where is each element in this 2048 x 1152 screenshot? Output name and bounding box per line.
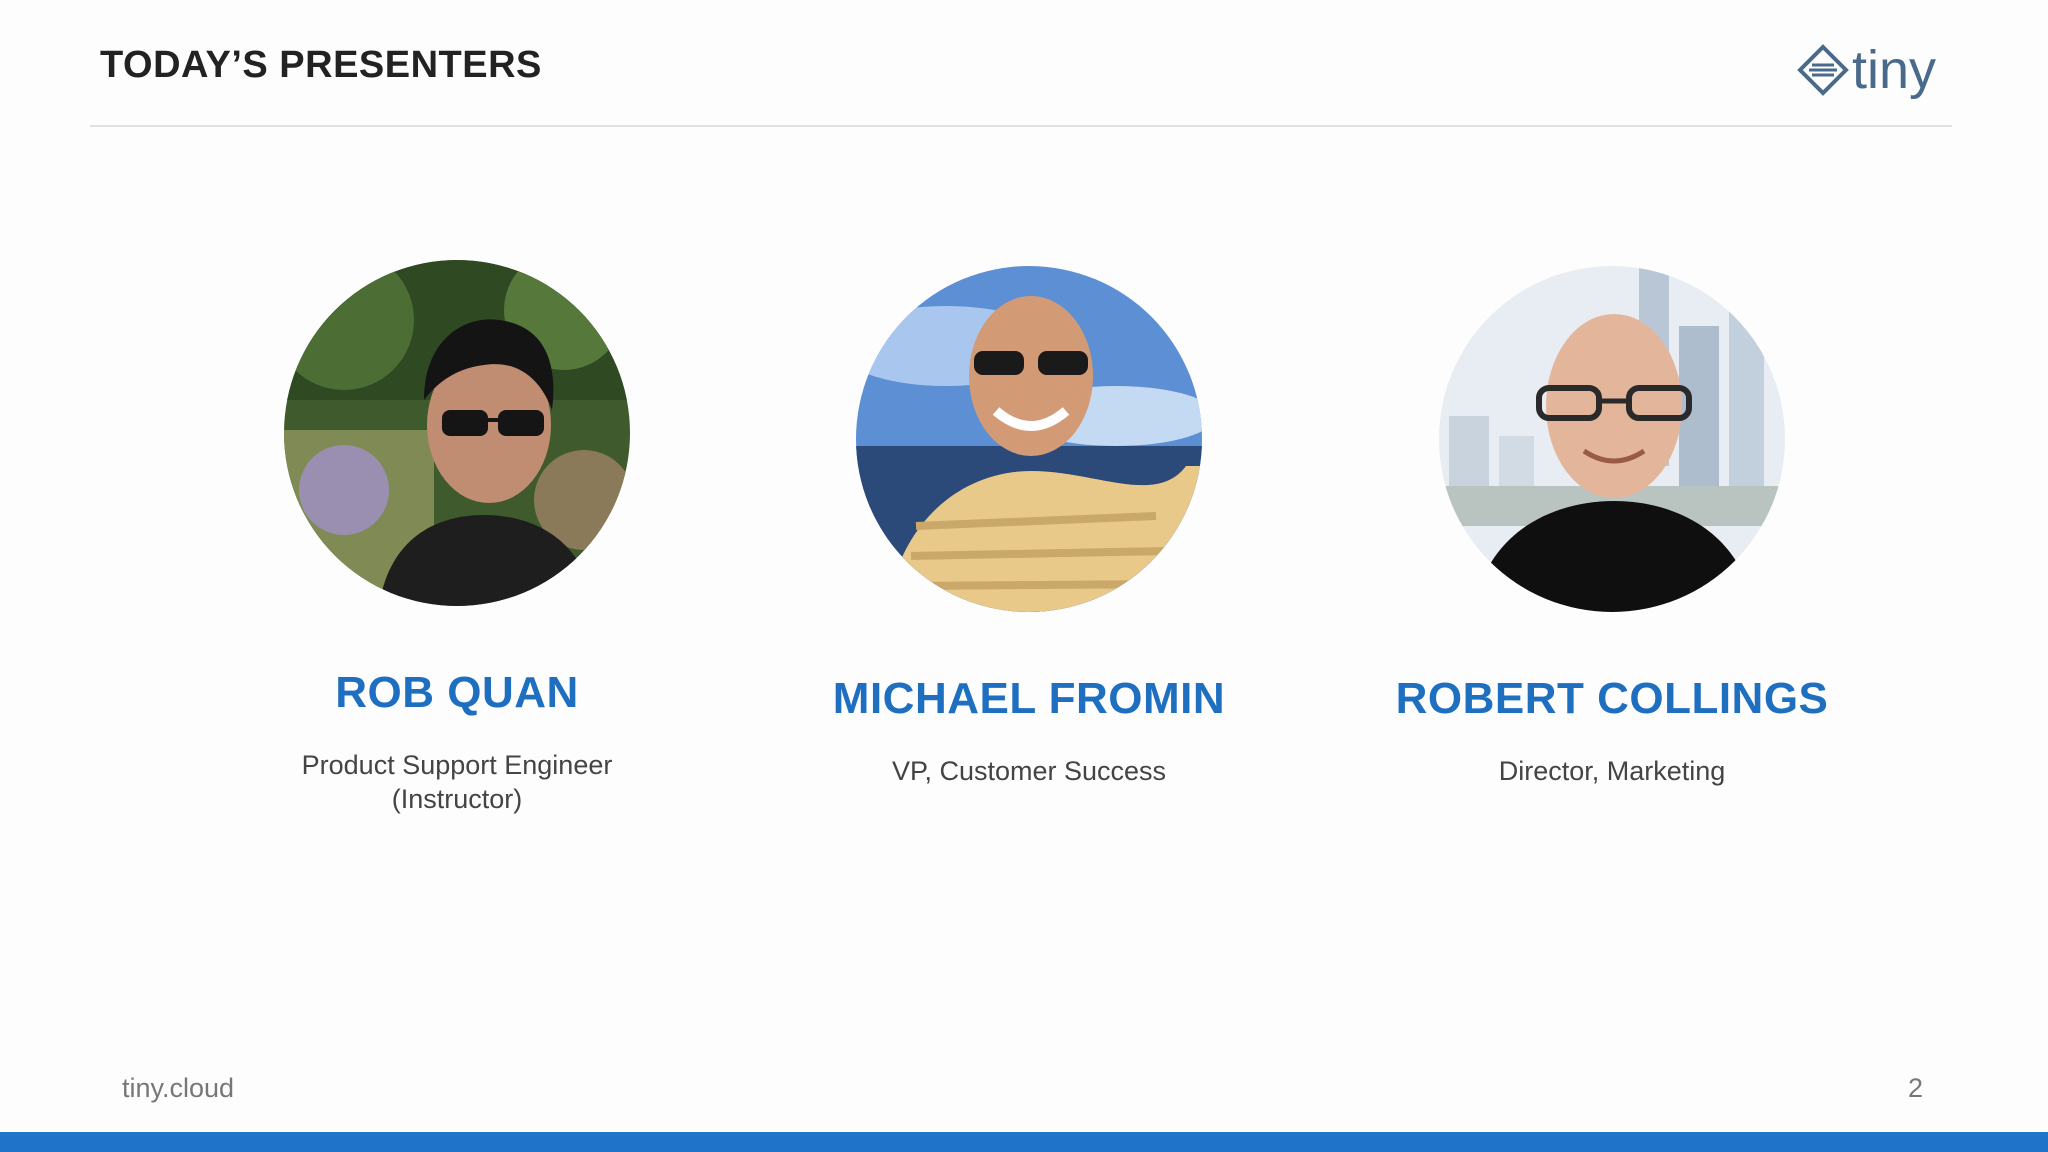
logo-text: tiny: [1852, 40, 1937, 100]
tiny-diamond-icon: [1797, 44, 1849, 96]
presenter-card: ROBERT COLLINGS Director, Marketing: [1332, 266, 1892, 788]
slide: TODAY’S PRESENTERS tiny ROB QUAN Product…: [0, 0, 2048, 1152]
slide-title: TODAY’S PRESENTERS: [100, 44, 542, 86]
presenter-role-note: (Instructor): [391, 784, 523, 814]
presenter-role: VP, Customer Success: [891, 756, 1167, 786]
presenter-photo: [1439, 266, 1785, 612]
presenter-photo: [284, 260, 630, 606]
bottom-accent-bar: [0, 1132, 2048, 1152]
footer-url: tiny.cloud: [122, 1073, 235, 1103]
presenter-card: MICHAEL FROMIN VP, Customer Success: [749, 266, 1309, 788]
presenter-card: ROB QUAN Product Support Engineer (Instr…: [177, 260, 737, 816]
presenter-name: ROB QUAN: [335, 668, 579, 717]
presenter-role: Product Support Engineer: [301, 750, 613, 780]
page-number: 2: [1908, 1073, 1924, 1103]
presenter-name: MICHAEL FROMIN: [832, 674, 1226, 723]
presenter-role: Director, Marketing: [1498, 756, 1726, 786]
header-divider: [90, 125, 1952, 127]
tiny-logo: tiny: [1796, 40, 1936, 100]
presenter-photo: [856, 266, 1202, 612]
presenter-name: ROBERT COLLINGS: [1395, 674, 1829, 723]
